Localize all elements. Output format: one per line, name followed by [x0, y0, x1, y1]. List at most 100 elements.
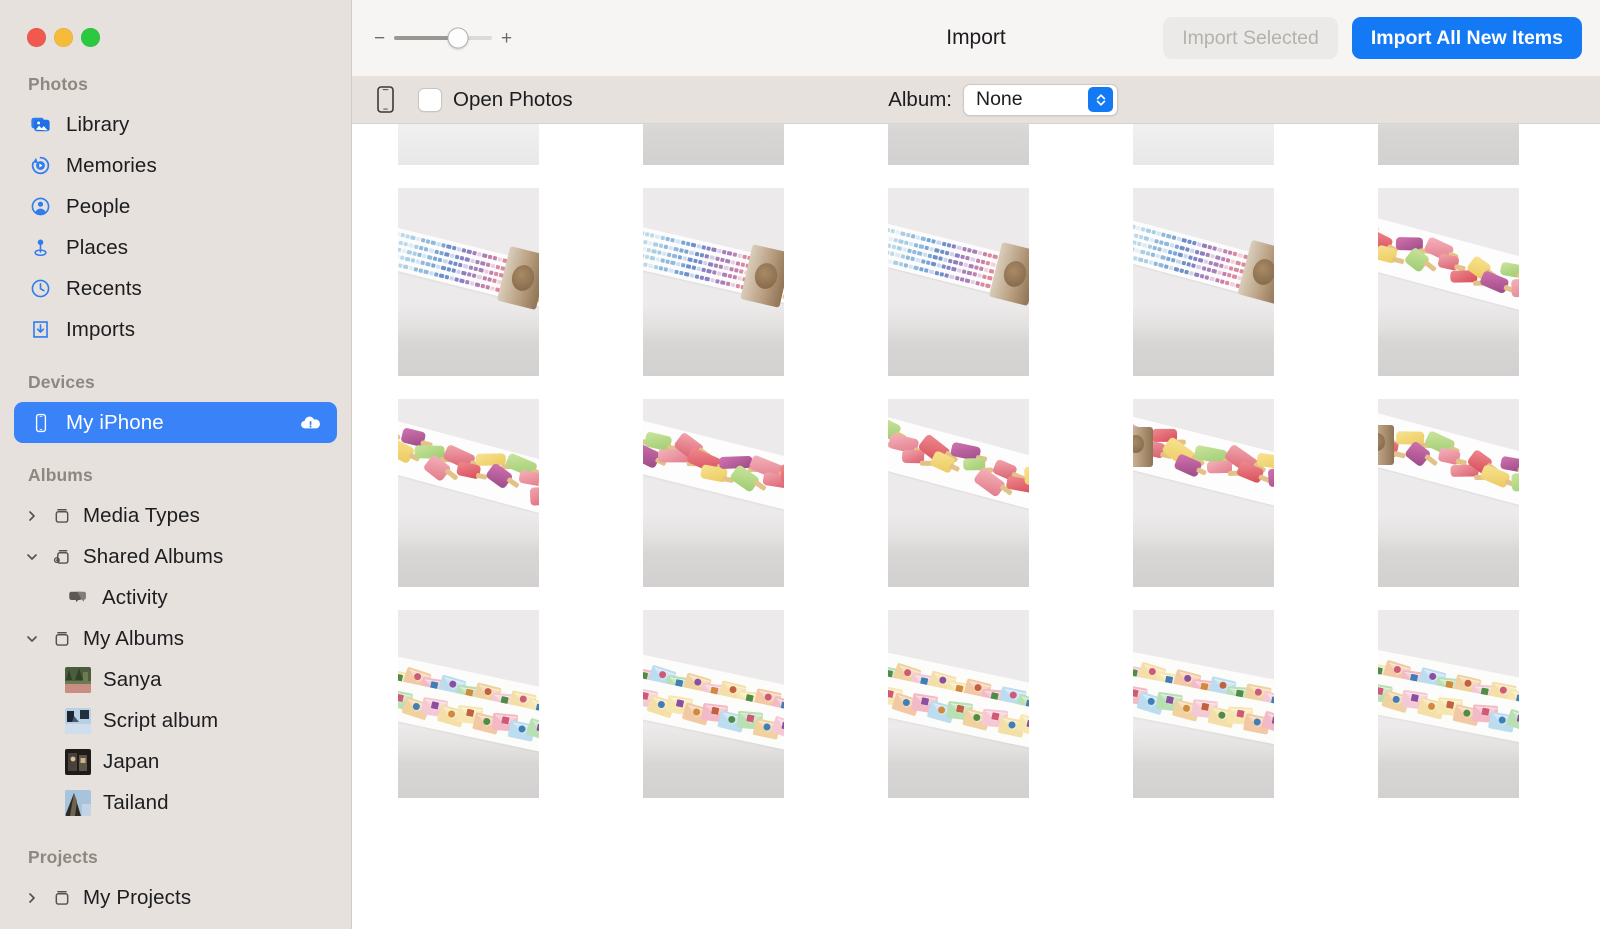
- photo-thumbnail[interactable]: [1378, 188, 1519, 376]
- zoom-out-icon[interactable]: −: [374, 29, 385, 48]
- photo-thumbnail[interactable]: [888, 610, 1029, 798]
- open-photos-checkbox[interactable]: [418, 87, 442, 112]
- sidebar-item-label: Media Types: [83, 503, 200, 527]
- sidebar-item-my-iphone[interactable]: My iPhone: [14, 402, 337, 443]
- sidebar-item-script-album[interactable]: Script album: [14, 700, 337, 741]
- zoom-slider-track[interactable]: [394, 27, 492, 49]
- album-folder-icon: [49, 626, 74, 651]
- sidebar-item-activity[interactable]: Activity: [14, 577, 337, 618]
- photo-thumbnail[interactable]: [643, 610, 784, 798]
- sidebar-item-label: Imports: [66, 317, 136, 341]
- photo-grid-area[interactable]: [352, 124, 1600, 929]
- sidebar-item-label: People: [66, 194, 131, 218]
- iphone-icon: [28, 410, 53, 435]
- sidebar-item-label: My Albums: [83, 626, 185, 650]
- sidebar-item-label: Tailand: [103, 790, 169, 814]
- photo-thumbnail[interactable]: [1378, 124, 1519, 165]
- cloud-exclamation-icon: [297, 410, 323, 436]
- library-icon: [28, 112, 53, 137]
- sidebar-item-my-albums[interactable]: My Albums: [14, 618, 337, 659]
- album-thumbnail: [65, 707, 91, 734]
- album-label: Album:: [888, 87, 952, 111]
- photo-thumbnail[interactable]: [1133, 124, 1274, 165]
- window-controls: [0, 0, 351, 66]
- photo-thumbnail[interactable]: [398, 399, 539, 587]
- zoom-slider-thumb[interactable]: [447, 27, 469, 49]
- zoom-in-icon[interactable]: +: [501, 29, 512, 48]
- album-folder-icon: [49, 885, 74, 910]
- chevron-updown-icon: [1088, 87, 1113, 112]
- sidebar-item-recents[interactable]: Recents: [14, 268, 337, 309]
- import-selected-button[interactable]: Import Selected: [1163, 17, 1338, 59]
- chevron-right-icon[interactable]: [24, 510, 40, 522]
- photo-thumbnail[interactable]: [643, 124, 784, 165]
- photo-thumbnail[interactable]: [1133, 610, 1274, 798]
- sidebar-item-my-projects[interactable]: My Projects: [14, 877, 337, 918]
- sidebar-item-memories[interactable]: Memories: [14, 145, 337, 186]
- minimize-button[interactable]: [54, 28, 73, 47]
- photo-thumbnail[interactable]: [398, 124, 539, 165]
- photo-thumbnail[interactable]: [888, 399, 1029, 587]
- sidebar-item-tailand[interactable]: Tailand: [14, 782, 337, 823]
- close-button[interactable]: [27, 28, 46, 47]
- photo-thumbnail[interactable]: [888, 188, 1029, 376]
- photo-thumbnail[interactable]: [398, 610, 539, 798]
- recents-icon: [28, 276, 53, 301]
- chevron-right-icon[interactable]: [24, 892, 40, 904]
- photo-thumbnail[interactable]: [1133, 188, 1274, 376]
- album-folder-icon: [49, 503, 74, 528]
- album-thumbnail: [65, 748, 91, 775]
- sidebar-item-label: Japan: [103, 749, 160, 773]
- sidebar-item-people[interactable]: People: [14, 186, 337, 227]
- people-icon: [28, 194, 53, 219]
- chevron-down-icon[interactable]: [24, 633, 40, 645]
- sidebar-item-places[interactable]: Places: [14, 227, 337, 268]
- sidebar-item-sanya[interactable]: Sanya: [14, 659, 337, 700]
- zoom-slider[interactable]: − +: [374, 27, 512, 49]
- memories-icon: [28, 153, 53, 178]
- sidebar-item-label: Script album: [103, 708, 219, 732]
- import-all-new-items-button[interactable]: Import All New Items: [1351, 17, 1582, 59]
- sidebar-item-label: Library: [66, 112, 130, 136]
- sidebar-item-shared-albums[interactable]: Shared Albums: [14, 536, 337, 577]
- sidebar-section-projects: Projects: [28, 847, 98, 867]
- album-selector-group: Album: None: [888, 83, 1118, 116]
- toolbar: − + Import Import Selected Import All Ne…: [352, 0, 1600, 76]
- toolbar-actions: Import Selected Import All New Items: [1163, 17, 1582, 59]
- photo-thumbnail[interactable]: [398, 188, 539, 376]
- places-icon: [28, 235, 53, 260]
- sidebar-scroll: Photos Library Memories People Places Re…: [0, 66, 351, 918]
- sidebar-section-photos: Photos: [28, 74, 88, 94]
- photo-thumbnail[interactable]: [643, 399, 784, 587]
- sidebar-section-albums: Albums: [28, 465, 93, 485]
- main-content: − + Import Import Selected Import All Ne…: [352, 0, 1600, 929]
- photo-thumbnail[interactable]: [1133, 399, 1274, 587]
- sidebar-section-devices: Devices: [28, 372, 95, 392]
- album-popup-button[interactable]: None: [963, 83, 1118, 116]
- sidebar-item-media-types[interactable]: Media Types: [14, 495, 337, 536]
- activity-icon: [65, 585, 90, 610]
- sidebar-item-library[interactable]: Library: [14, 104, 337, 145]
- photo-thumbnail[interactable]: [888, 124, 1029, 165]
- sidebar-item-label: Recents: [66, 276, 142, 300]
- sidebar-item-label: Memories: [66, 153, 157, 177]
- sidebar-item-label: My iPhone: [66, 410, 164, 434]
- sidebar-item-label: Shared Albums: [83, 544, 224, 568]
- photos-import-window: Photos Library Memories People Places Re…: [0, 0, 1600, 929]
- sidebar-item-japan[interactable]: Japan: [14, 741, 337, 782]
- photo-thumbnail[interactable]: [1378, 399, 1519, 587]
- sidebar: Photos Library Memories People Places Re…: [0, 0, 352, 929]
- chevron-down-icon[interactable]: [24, 551, 40, 563]
- import-options-bar: Open Photos Album: None: [352, 76, 1600, 124]
- sidebar-item-imports[interactable]: Imports: [14, 309, 337, 350]
- zoom-button[interactable]: [81, 28, 100, 47]
- photo-thumbnail[interactable]: [643, 188, 784, 376]
- photo-grid: [352, 124, 1519, 798]
- photo-thumbnail[interactable]: [1378, 610, 1519, 798]
- album-thumbnail: [65, 789, 91, 816]
- imports-icon: [28, 317, 53, 342]
- sidebar-item-label: Sanya: [103, 667, 162, 691]
- album-selected-value: None: [976, 88, 1023, 110]
- sidebar-item-label: Places: [66, 235, 129, 259]
- shared-album-icon: [49, 544, 74, 569]
